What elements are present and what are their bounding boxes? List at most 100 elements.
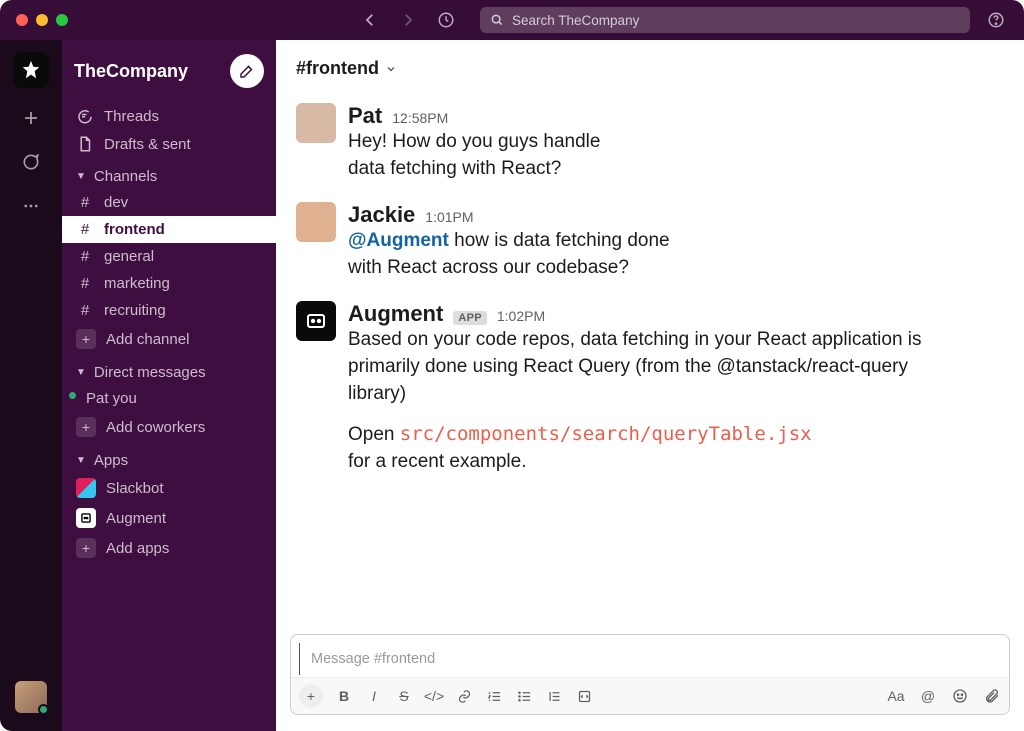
emoji-button[interactable] [951,688,969,704]
message-author[interactable]: Augment [348,301,443,327]
more-rail-button[interactable] [17,192,45,220]
format-button[interactable]: Aa [887,688,905,704]
close-window-icon[interactable] [16,14,28,26]
maximize-window-icon[interactable] [56,14,68,26]
help-button[interactable] [984,8,1008,32]
sidebar-item-channel-recruiting[interactable]: # recruiting [62,297,276,324]
message-author[interactable]: Pat [348,103,382,129]
channel-name: general [104,248,154,265]
attach-button[interactable]: + [299,684,323,708]
composer-input[interactable]: Message #frontend [299,641,1001,677]
sidebar-section-apps[interactable]: ▼ Apps [62,442,276,473]
section-label: Apps [94,452,128,469]
blockquote-button[interactable] [545,689,563,704]
workspace-name[interactable]: TheCompany [74,61,188,82]
caret-down-icon: ▼ [76,367,86,378]
sidebar-item-channel-frontend[interactable]: # frontend [62,216,276,243]
bot-avatar-icon[interactable] [296,301,336,341]
strikethrough-button[interactable]: S [395,688,413,704]
message-composer[interactable]: Message #frontend + B I S </> [290,634,1010,715]
drafts-icon [76,135,94,153]
caret-down-icon: ▼ [76,171,86,182]
app-name: Augment [106,510,166,527]
sidebar-section-channels[interactable]: ▼ Channels [62,158,276,189]
augment-icon [76,508,96,528]
sidebar-add-channel[interactable]: + Add channel [62,324,276,354]
hash-icon: # [76,194,94,211]
dm-name: Pat you [86,390,137,407]
presence-indicator-icon [67,390,78,401]
message-author[interactable]: Jackie [348,202,415,228]
user-avatar[interactable] [15,681,47,713]
avatar-icon[interactable] [296,103,336,143]
presence-indicator-icon [38,704,49,715]
sidebar-item-channel-general[interactable]: # general [62,243,276,270]
hash-icon: # [76,302,94,319]
workspace-tile[interactable] [13,52,49,88]
attachment-button[interactable] [983,688,1001,704]
message: Augment APP 1:02PM Based on your code re… [296,289,1004,483]
sidebar-item-threads[interactable]: Threads [62,102,276,130]
titlebar: Search TheCompany [0,0,1024,40]
hash-icon: # [76,248,94,265]
add-workspace-button[interactable] [17,104,45,132]
hash-icon: # [76,221,94,238]
sidebar-item-dm-pat[interactable]: Pat you [62,385,276,412]
sidebar-add-coworkers[interactable]: + Add coworkers [62,412,276,442]
avatar-icon[interactable] [296,202,336,242]
section-label: Channels [94,168,157,185]
compose-button[interactable] [230,54,264,88]
main-pane: #frontend Pat 12:58PM Hey! How do you gu… [276,40,1024,731]
code-path[interactable]: src/components/search/queryTable.jsx [400,423,812,445]
channel-name: recruiting [104,302,166,319]
forward-button[interactable] [396,8,420,32]
bold-button[interactable]: B [335,688,353,704]
sidebar-item-label: Add channel [106,331,189,348]
channel-header[interactable]: #frontend [276,40,1024,87]
app-badge: APP [453,311,487,325]
link-button[interactable] [455,689,473,704]
sidebar-item-drafts[interactable]: Drafts & sent [62,130,276,158]
message-list[interactable]: Pat 12:58PM Hey! How do you guys handle … [276,87,1024,634]
sidebar-section-dms[interactable]: ▼ Direct messages [62,354,276,385]
message-time: 1:02PM [497,308,545,324]
bullet-list-button[interactable] [515,689,533,704]
sidebar: TheCompany Threads Drafts & sent ▼ Chann… [62,40,276,731]
ordered-list-button[interactable] [485,689,503,704]
search-input[interactable]: Search TheCompany [480,7,970,33]
plus-icon: + [76,538,96,558]
plus-icon: + [76,329,96,349]
message-time: 1:01PM [425,209,473,225]
message-time: 12:58PM [392,110,448,126]
caret-down-icon: ▼ [76,455,86,466]
minimize-window-icon[interactable] [36,14,48,26]
sidebar-item-app-augment[interactable]: Augment [62,503,276,533]
back-button[interactable] [358,8,382,32]
sidebar-item-label: Threads [104,108,159,125]
channel-name: frontend [104,221,165,238]
window-controls [16,14,68,26]
hash-icon: # [76,275,94,292]
sidebar-item-app-slackbot[interactable]: Slackbot [62,473,276,503]
history-button[interactable] [434,8,458,32]
sidebar-item-channel-marketing[interactable]: # marketing [62,270,276,297]
codeblock-button[interactable] [575,689,593,704]
message-body: @Augment how is data fetching done with … [348,228,670,281]
search-placeholder: Search TheCompany [512,13,639,28]
mention[interactable]: @Augment [348,230,449,251]
code-button[interactable]: </> [425,688,443,704]
dms-rail-button[interactable] [17,148,45,176]
channel-name: dev [104,194,128,211]
chevron-down-icon [385,63,397,75]
slackbot-icon [76,478,96,498]
message-body: Hey! How do you guys handle data fetchin… [348,129,600,182]
channel-name: marketing [104,275,170,292]
sidebar-item-channel-dev[interactable]: # dev [62,189,276,216]
message: Pat 12:58PM Hey! How do you guys handle … [296,91,1004,190]
message: Jackie 1:01PM @Augment how is data fetch… [296,190,1004,289]
mention-button[interactable]: @ [919,688,937,704]
sidebar-add-apps[interactable]: + Add apps [62,533,276,563]
channel-name: #frontend [296,58,379,79]
italic-button[interactable]: I [365,688,383,704]
search-icon [490,13,504,27]
